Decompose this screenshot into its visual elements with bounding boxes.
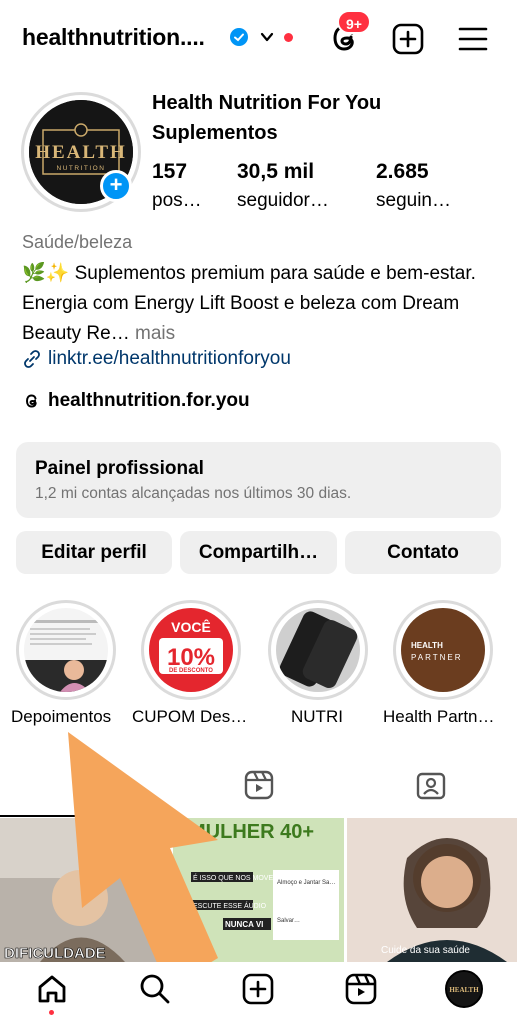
stat-followers[interactable]: 30,5 mil seguidor… bbox=[237, 158, 329, 216]
add-story-plus-icon[interactable]: + bbox=[100, 170, 132, 202]
stat-following[interactable]: 2.685 seguin… bbox=[376, 158, 451, 216]
svg-text:HEALTH: HEALTH bbox=[449, 986, 479, 994]
reels-icon[interactable] bbox=[344, 972, 378, 1006]
svg-text:HEALTH: HEALTH bbox=[35, 142, 127, 163]
tagged-tab-icon[interactable] bbox=[415, 769, 447, 801]
menu-icon[interactable] bbox=[456, 22, 490, 56]
highlight-label: Depoimentos bbox=[11, 707, 112, 726]
contact-button[interactable]: Contato bbox=[345, 531, 501, 574]
highlight-cupom[interactable]: VOCÊ 10% DE DESCONTO CUPOM Des… bbox=[132, 600, 247, 726]
highlight-health-partner[interactable]: HEALTH PARTNER Health Partn… bbox=[383, 600, 497, 726]
highlight-thumbnail bbox=[24, 608, 108, 692]
profile-bio: 🌿✨ Suplementos premium para saúde e bem-… bbox=[22, 259, 492, 349]
profile-username[interactable]: healthnutrition.... bbox=[22, 24, 205, 51]
svg-text:VOCÊ: VOCÊ bbox=[171, 618, 211, 635]
stat-posts-count: 157 bbox=[152, 160, 188, 183]
svg-text:Cuide da sua saúde: Cuide da sua saúde bbox=[381, 945, 470, 956]
chevron-down-icon[interactable] bbox=[258, 28, 276, 46]
profile-link-text: linktr.ee/healthnutritionforyou bbox=[48, 348, 291, 369]
highlight-ring: VOCÊ 10% DE DESCONTO bbox=[141, 600, 241, 700]
profile-link[interactable]: linktr.ee/healthnutritionforyou bbox=[22, 348, 291, 370]
profile-tab-avatar[interactable]: HEALTH bbox=[445, 970, 483, 1008]
edit-profile-button[interactable]: Editar perfil bbox=[16, 531, 172, 574]
home-notification-dot bbox=[49, 1010, 54, 1015]
highlight-ring bbox=[268, 600, 368, 700]
profile-display-name: Health Nutrition For You Suplementos bbox=[152, 92, 382, 144]
svg-text:Salvar…: Salvar… bbox=[277, 918, 300, 924]
svg-text:10%: 10% bbox=[167, 644, 215, 671]
svg-text:NUTRITION: NUTRITION bbox=[57, 165, 106, 172]
stat-posts[interactable]: 157 pos… bbox=[152, 158, 202, 216]
stat-followers-label: seguidor… bbox=[237, 190, 329, 211]
svg-text:HEALTH: HEALTH bbox=[411, 641, 443, 650]
verified-badge-icon bbox=[230, 28, 248, 46]
svg-text:NUNCA VI: NUNCA VI bbox=[225, 920, 263, 929]
top-bar: healthnutrition.... 9+ bbox=[0, 0, 517, 78]
home-icon[interactable] bbox=[35, 972, 69, 1006]
highlight-ring: HEALTH PARTNER bbox=[393, 600, 493, 700]
threads-profile-link[interactable]: healthnutrition.for.you bbox=[22, 390, 250, 412]
professional-dashboard-subtitle: 1,2 mi contas alcançadas nos últimos 30 … bbox=[35, 485, 352, 502]
reels-tab-icon[interactable] bbox=[243, 769, 275, 801]
link-icon bbox=[24, 350, 40, 368]
stat-posts-label: pos… bbox=[152, 190, 202, 211]
create-post-icon[interactable] bbox=[391, 22, 425, 56]
highlight-depoimentos[interactable]: Depoimentos bbox=[11, 600, 120, 726]
professional-dashboard[interactable]: Painel profissional 1,2 mi contas alcanç… bbox=[16, 442, 501, 518]
notification-badge: 9+ bbox=[337, 10, 371, 34]
svg-text:Almoço e Jantar Sa…: Almoço e Jantar Sa… bbox=[277, 880, 335, 886]
stat-followers-count: 30,5 mil bbox=[237, 160, 315, 183]
stat-following-label: seguin… bbox=[376, 190, 451, 211]
highlight-label: Health Partn… bbox=[383, 707, 495, 726]
highlight-nutri[interactable]: NUTRI bbox=[268, 600, 372, 726]
svg-text:PARTNER: PARTNER bbox=[411, 653, 463, 662]
threads-handle: healthnutrition.for.you bbox=[48, 390, 250, 411]
grid-post[interactable]: Cuide da sua saúde bbox=[346, 818, 517, 962]
search-icon[interactable] bbox=[138, 972, 172, 1006]
svg-text:DE DESCONTO: DE DESCONTO bbox=[169, 668, 213, 674]
share-profile-button[interactable]: Compartilh… bbox=[180, 531, 337, 574]
professional-dashboard-title: Painel profissional bbox=[35, 458, 204, 479]
highlight-thumbnail: HEALTH PARTNER bbox=[401, 608, 485, 692]
bio-text: 🌿✨ Suplementos premium para saúde e bem-… bbox=[22, 263, 476, 344]
threads-small-icon bbox=[25, 394, 37, 408]
annotation-arrow bbox=[68, 732, 218, 988]
highlight-label: NUTRI bbox=[291, 707, 343, 726]
highlight-label: CUPOM Des… bbox=[132, 707, 248, 726]
highlight-ring bbox=[16, 600, 116, 700]
highlight-thumbnail bbox=[276, 608, 360, 692]
profile-category: Saúde/beleza bbox=[22, 232, 133, 252]
bio-more-link[interactable]: mais bbox=[130, 323, 175, 344]
stat-following-count: 2.685 bbox=[376, 160, 429, 183]
create-icon[interactable] bbox=[241, 972, 275, 1006]
account-notification-dot bbox=[284, 33, 293, 42]
highlight-thumbnail: VOCÊ 10% DE DESCONTO bbox=[149, 608, 233, 692]
